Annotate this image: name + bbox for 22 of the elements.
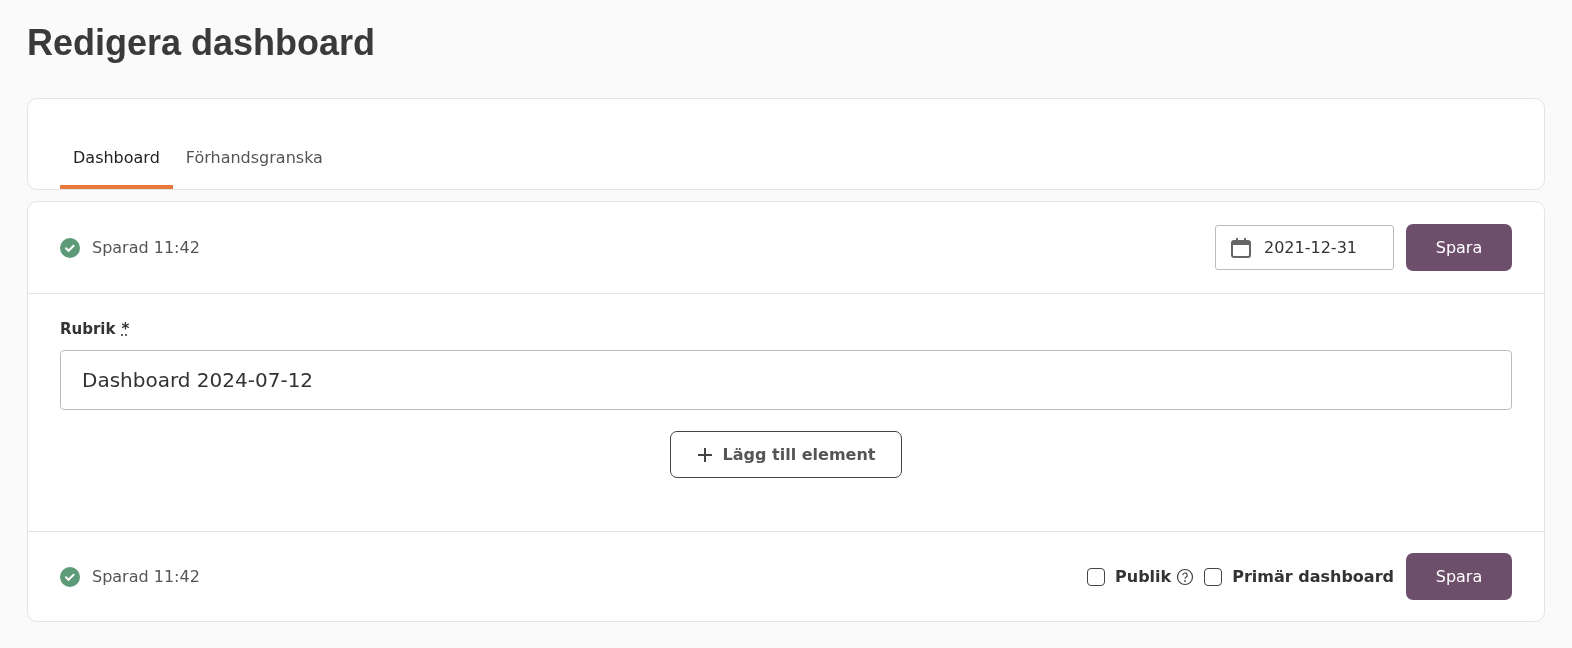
calendar-icon — [1230, 236, 1252, 259]
date-value: 2021-12-31 — [1264, 238, 1357, 257]
checkbox-label: Publik — [1115, 567, 1172, 586]
required-mark: * — [121, 320, 130, 338]
checkbox[interactable] — [1087, 567, 1106, 586]
help-icon[interactable] — [1176, 567, 1195, 586]
check-icon — [60, 237, 80, 258]
tab[interactable]: Förhandsgranska — [172, 99, 336, 189]
title-input[interactable]: Dashboard 2024-07-12 — [60, 350, 1512, 410]
plus-icon — [696, 446, 713, 463]
checkbox-label: Primär dashboard — [1232, 567, 1394, 586]
save-status: Sparad 11:42 — [92, 567, 200, 586]
check-icon — [60, 566, 80, 587]
field-label: Rubrik — [60, 320, 116, 338]
page-title: Redigera dashboard — [27, 22, 377, 64]
checkbox[interactable] — [1204, 567, 1223, 586]
tab[interactable]: Dashboard — [60, 99, 173, 189]
add-element-button[interactable]: Lägg till element — [669, 431, 903, 478]
save-status: Sparad 11:42 — [92, 238, 200, 257]
save-button[interactable]: Spara — [1406, 553, 1512, 600]
save-button[interactable]: Spara — [1406, 224, 1512, 271]
date-field[interactable]: 2021-12-31 — [1215, 225, 1394, 270]
